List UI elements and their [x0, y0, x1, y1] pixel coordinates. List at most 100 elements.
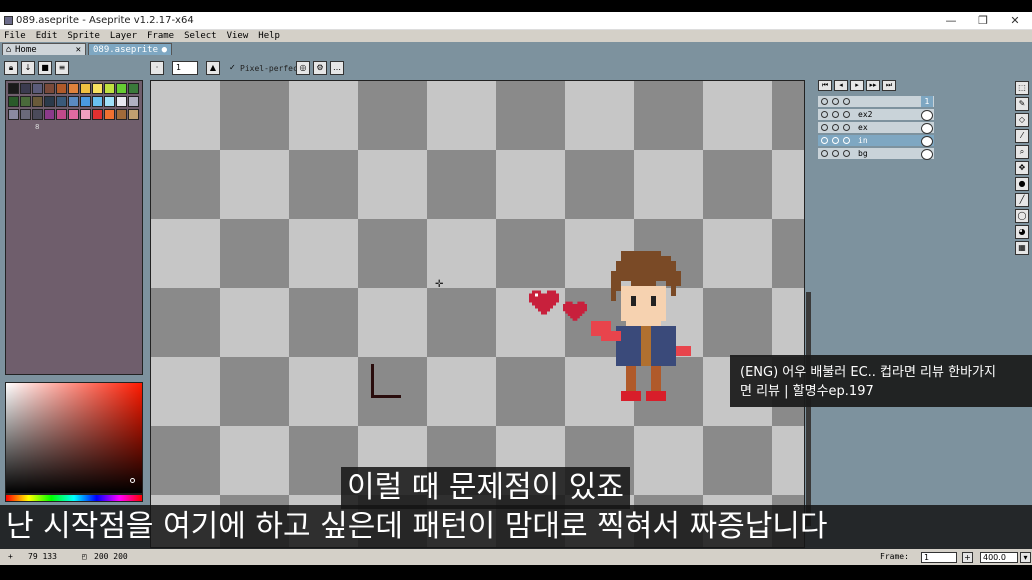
cel-ex2[interactable] [921, 110, 933, 121]
color-spectrum[interactable] [5, 382, 143, 494]
continuous-icon[interactable] [843, 150, 850, 157]
picker-cursor[interactable] [130, 478, 135, 483]
palette-swatch[interactable] [56, 83, 67, 94]
close-button[interactable]: ✕ [1000, 13, 1030, 29]
palette-swatch[interactable] [68, 109, 79, 120]
tab-file[interactable]: 089.aseprite ● [88, 43, 172, 55]
eye-closed-icon[interactable] [821, 124, 828, 131]
lock-icon[interactable] [832, 124, 839, 131]
palette-swatch[interactable] [44, 83, 55, 94]
symmetry-options-icon[interactable]: ⚙ [313, 61, 327, 75]
continuous-icon[interactable] [843, 124, 850, 131]
menu-sprite[interactable]: Sprite [67, 30, 100, 42]
menu-help[interactable]: Help [258, 30, 280, 42]
continuous-icon[interactable] [843, 98, 850, 105]
palette-swatch[interactable] [32, 109, 43, 120]
line-tool-icon[interactable]: ╱ [1015, 193, 1029, 207]
palette-swatch[interactable] [128, 109, 139, 120]
palette-swatch[interactable] [80, 96, 91, 107]
brush-size-input[interactable]: 1 [172, 61, 198, 75]
palette-swatch[interactable] [8, 83, 19, 94]
more-options-icon[interactable]: … [330, 61, 344, 75]
palette-swatch[interactable] [56, 109, 67, 120]
eraser-tool-icon[interactable]: ◇ [1015, 113, 1029, 127]
lock-icon[interactable]: 🔒︎ [4, 61, 18, 75]
add-frame-icon[interactable]: + [962, 552, 973, 563]
layer-row-bg[interactable]: bg [818, 148, 934, 160]
lock-icon[interactable] [832, 98, 839, 105]
first-frame-icon[interactable]: ⏮ [818, 80, 832, 91]
canvas-vertical-scrollbar[interactable] [805, 80, 813, 548]
palette-swatch[interactable] [68, 96, 79, 107]
palette-swatch[interactable] [104, 83, 115, 94]
pixel-perfect-checkbox[interactable]: ✓ [229, 63, 236, 72]
lock-icon[interactable] [832, 111, 839, 118]
continuous-icon[interactable] [843, 111, 850, 118]
palette-swatch[interactable] [128, 96, 139, 107]
menu-frame[interactable]: Frame [147, 30, 174, 42]
contour-tool-icon[interactable]: ◕ [1015, 225, 1029, 239]
minimize-button[interactable]: — [936, 13, 966, 29]
palette-swatch[interactable] [20, 83, 31, 94]
eye-closed-icon[interactable] [821, 150, 828, 157]
palette-swatch[interactable] [80, 83, 91, 94]
frame-number-header[interactable]: 1 [921, 96, 933, 107]
menu-lines-icon[interactable]: ≡ [55, 61, 69, 75]
palette-swatch[interactable] [20, 109, 31, 120]
next-frame-icon[interactable]: ▸▸ [866, 80, 880, 91]
video-suggestion-tooltip[interactable]: (ENG) 어우 배불러 EC.. 컵라면 리뷰 한바가지 면 리뷰 | 할명수… [730, 355, 1032, 407]
palette-options-icon[interactable]: ■ [38, 61, 52, 75]
scrollbar-thumb[interactable] [806, 292, 811, 526]
menu-view[interactable]: View [227, 30, 249, 42]
palette-swatch[interactable] [116, 83, 127, 94]
menu-layer[interactable]: Layer [110, 30, 137, 42]
maximize-button[interactable]: ❐ [968, 13, 998, 29]
palette-swatch[interactable] [80, 109, 91, 120]
palette-swatch[interactable] [56, 96, 67, 107]
hue-slider[interactable] [5, 494, 143, 502]
palette-swatch[interactable] [92, 83, 103, 94]
ellipse-tool-icon[interactable]: ◯ [1015, 209, 1029, 223]
menu-select[interactable]: Select [184, 30, 217, 42]
cel-bg[interactable] [921, 149, 933, 160]
lock-icon[interactable] [832, 150, 839, 157]
palette-swatch[interactable] [8, 96, 19, 107]
fill-tool-icon[interactable]: ● [1015, 177, 1029, 191]
eye-closed-icon[interactable] [821, 111, 828, 118]
blur-tool-icon[interactable]: ▦ [1015, 241, 1029, 255]
palette-swatch[interactable] [92, 109, 103, 120]
frame-input[interactable]: 1 [921, 552, 957, 563]
zoom-tool-icon[interactable]: ⌕ [1015, 145, 1029, 159]
palette-swatch[interactable] [104, 96, 115, 107]
palette-swatch[interactable] [44, 96, 55, 107]
palette-swatch[interactable] [104, 109, 115, 120]
palette-swatch[interactable] [68, 83, 79, 94]
marquee-tool-icon[interactable]: ⬚ [1015, 81, 1029, 95]
palette-swatch[interactable] [32, 96, 43, 107]
layer-row-ex2[interactable]: ex2 [818, 109, 934, 121]
continuous-icon[interactable] [843, 137, 850, 144]
palette-swatch[interactable] [116, 96, 127, 107]
cel-in[interactable] [921, 136, 933, 147]
palette-swatch[interactable] [92, 96, 103, 107]
pencil-tool-icon[interactable]: ✎ [1015, 97, 1029, 111]
play-icon[interactable]: ▸ [850, 80, 864, 91]
layer-row-header[interactable] [818, 96, 934, 108]
eyedropper-tool-icon[interactable]: ⁄ [1015, 129, 1029, 143]
move-tool-icon[interactable]: ✥ [1015, 161, 1029, 175]
prev-frame-icon[interactable]: ◂ [834, 80, 848, 91]
palette-swatch[interactable] [128, 83, 139, 94]
menu-edit[interactable]: Edit [36, 30, 58, 42]
zoom-input[interactable]: 400.0 [980, 552, 1018, 563]
palette-swatch[interactable] [116, 109, 127, 120]
palette-swatch[interactable] [32, 83, 43, 94]
sort-down-icon[interactable]: ↓ [21, 61, 35, 75]
palette-swatch[interactable] [44, 109, 55, 120]
eye-icon[interactable] [821, 137, 828, 144]
brush-type-icon[interactable]: · [150, 61, 164, 75]
layer-row-ex[interactable]: ex [818, 122, 934, 134]
ink-icon[interactable]: ▲ [206, 61, 220, 75]
palette-swatch[interactable] [20, 96, 31, 107]
lock-icon[interactable] [832, 137, 839, 144]
tab-home[interactable]: ⌂ Home ✕ [2, 43, 86, 55]
